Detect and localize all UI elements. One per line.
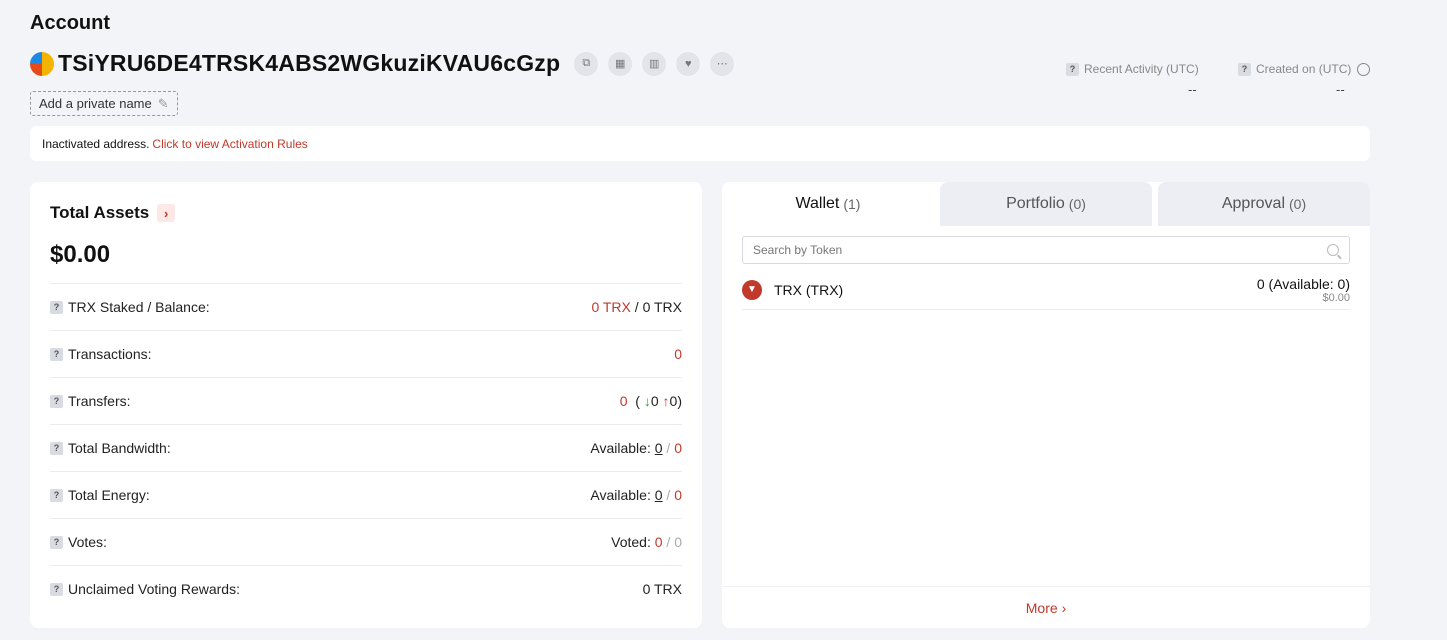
activation-rules-link[interactable]: Click to view Activation Rules (152, 137, 307, 151)
account-address: TSiYRU6DE4TRSK4ABS2WGkuziKVAU6cGzp (58, 50, 561, 76)
help-icon[interactable]: ? (50, 300, 63, 314)
chevron-right-icon: › (1061, 599, 1067, 616)
help-icon[interactable]: ? (50, 394, 63, 408)
favorite-heart-icon[interactable]: ♥ (676, 51, 701, 76)
available-label: Available: (590, 440, 651, 456)
notice-text: Inactivated address. (42, 136, 150, 151)
balance-value: 0 TRX (642, 299, 682, 315)
help-icon[interactable]: ? (1238, 62, 1251, 76)
transfers-in: 0 (650, 393, 659, 409)
staked-separator: / (634, 299, 639, 315)
bandwidth-total: 0 (674, 440, 682, 456)
stat-row-bandwidth: ? Total Bandwidth: Available: 0 / 0 (50, 424, 682, 471)
help-icon[interactable]: ? (50, 582, 63, 596)
transfers-total[interactable]: 0 (620, 393, 628, 409)
private-name-label: Add a private name (39, 96, 152, 111)
help-icon[interactable]: ? (50, 347, 63, 361)
qrcode-icon[interactable]: ▦ (608, 51, 633, 76)
token-usd: $0.00 (1322, 291, 1350, 304)
voted-label: Voted: (611, 534, 651, 550)
add-private-name-button[interactable]: Add a private name ✎ (30, 91, 178, 116)
staked-value: 0 TRX (591, 299, 631, 315)
inactive-notice: Inactivated address. Click to view Activ… (30, 126, 1370, 161)
recent-activity-label: ? Recent Activity (UTC) (1066, 62, 1199, 76)
help-icon[interactable]: ? (1066, 62, 1079, 76)
tab-wallet[interactable]: Wallet (1) (722, 182, 934, 226)
more-options-icon[interactable]: ⋯ (710, 51, 735, 76)
stat-row-transactions: ? Transactions: 0 (50, 330, 682, 377)
available-label: Available: (590, 487, 651, 503)
arrow-up-icon: ↑ (662, 393, 670, 409)
energy-available: 0 (654, 487, 663, 503)
chevron-right-icon[interactable]: › (157, 204, 176, 222)
created-on-value: -- (1336, 82, 1345, 97)
stat-row-transfers: ? Transfers: 0 ( ↓0 ↑0) (50, 377, 682, 424)
search-placeholder: Search by Token (753, 243, 843, 257)
stat-row-rewards: ? Unclaimed Voting Rewards: 0 TRX (50, 565, 682, 612)
trx-logo-icon: ▼ (742, 279, 762, 300)
more-button[interactable]: More › (722, 586, 1370, 628)
token-row-trx[interactable]: ▼ TRX (TRX) 0 (Available: 0) $0.00 (742, 270, 1350, 310)
total-assets-amount: $0.00 (50, 241, 111, 268)
pencil-icon: ✎ (157, 95, 169, 111)
transfers-out: 0 (669, 393, 678, 409)
search-icon[interactable] (1327, 244, 1339, 256)
analytics-icon[interactable]: ▥ (642, 51, 667, 76)
address-actions: ⧉ ▦ ▥ ♥ ⋯ (574, 51, 735, 76)
wallet-tabs: Wallet (1) Portfolio (0) Approval (0) (722, 182, 1370, 226)
stat-row-staked: ? TRX Staked / Balance: 0 TRX / 0 TRX (50, 283, 682, 330)
page-title: Account (30, 12, 110, 34)
help-icon[interactable]: ? (50, 488, 63, 502)
token-search-input[interactable]: Search by Token (742, 236, 1350, 264)
total-assets-title: Total Assets (50, 203, 150, 222)
wallet-card: Wallet (1) Portfolio (0) Approval (0) Searc… (722, 182, 1370, 628)
address-row: TSiYRU6DE4TRSK4ABS2WGkuziKVAU6cGzp ⧉ ▦ ▥… (30, 50, 735, 77)
avatar (30, 51, 54, 76)
rewards-value: 0 TRX (642, 581, 682, 597)
help-icon[interactable]: ? (50, 441, 63, 455)
tab-portfolio[interactable]: Portfolio (0) (940, 182, 1152, 226)
votes-total: 0 (674, 534, 682, 550)
token-amount: 0 (Available: 0) (1256, 275, 1350, 292)
stat-row-energy: ? Total Energy: Available: 0 / 0 (50, 471, 682, 518)
help-icon[interactable]: ? (50, 535, 63, 549)
total-assets-card: Total Assets › $0.00 ? TRX Staked / Balan… (30, 182, 702, 628)
recent-activity-value: -- (1188, 82, 1197, 97)
created-on-label: ? Created on (UTC) (1238, 62, 1371, 76)
bandwidth-available: 0 (654, 440, 663, 456)
stat-row-votes: ? Votes: Voted: 0 / 0 (50, 518, 682, 565)
tab-approval[interactable]: Approval (0) (1158, 182, 1370, 226)
transactions-value[interactable]: 0 (674, 346, 682, 362)
timezone-toggle-icon[interactable] (1357, 62, 1371, 76)
token-name: TRX (TRX) (774, 281, 844, 298)
copy-icon[interactable]: ⧉ (574, 51, 599, 76)
energy-total: 0 (674, 487, 682, 503)
voted-value: 0 (654, 534, 663, 550)
arrow-down-icon: ↓ (643, 393, 651, 409)
